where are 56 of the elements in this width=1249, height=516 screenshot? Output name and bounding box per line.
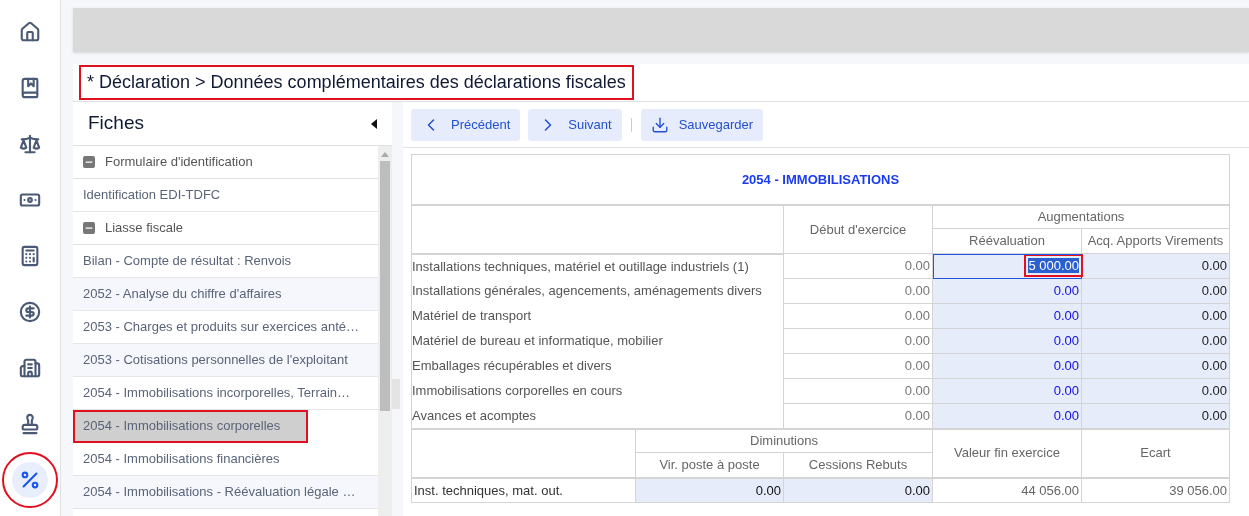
- row-label: Installations techniques, matériel et outillage industriels (1): [411, 253, 784, 279]
- column-header: Valeur fin exercice: [932, 428, 1082, 478]
- toolbar-button[interactable]: Suivant: [528, 108, 622, 141]
- value-cell[interactable]: 0.00: [783, 353, 933, 379]
- column-header: Ecart: [1081, 428, 1230, 478]
- value-cell: 39 056.00: [1081, 477, 1230, 503]
- value-cell[interactable]: 0.00: [1081, 303, 1230, 329]
- value-cell[interactable]: 0.00: [1081, 403, 1230, 429]
- breadcrumb: * Déclaration > Données complémentaires des déclarations fiscales: [81, 67, 632, 98]
- value-cell[interactable]: 0.00: [783, 477, 933, 503]
- value-cell[interactable]: 0.00: [1081, 328, 1230, 354]
- table-title: 2054 - IMMOBILISATIONS: [411, 154, 1230, 205]
- scale-icon: [19, 133, 41, 155]
- home-icon: [19, 21, 41, 43]
- value-cell[interactable]: 0.00: [932, 278, 1082, 304]
- value-cell[interactable]: 5 000.00: [932, 253, 1082, 279]
- book-icon: [19, 77, 41, 99]
- value-cell[interactable]: 0.00: [1081, 353, 1230, 379]
- sheet-list-item[interactable]: 2052 - Analyse du chiffre d'affaires: [73, 278, 378, 311]
- value-cell: 44 056.00: [932, 477, 1082, 503]
- value-cell[interactable]: 0.00: [932, 353, 1082, 379]
- sheet-list-item[interactable]: 2054 - Immobilisations - Réévaluation légale …: [73, 476, 378, 509]
- value-cell[interactable]: 0.00: [1081, 278, 1230, 304]
- collapse-icon[interactable]: [371, 118, 377, 129]
- value-cell[interactable]: 0.00: [932, 328, 1082, 354]
- dollar-icon: [19, 301, 41, 323]
- column-header: Début d'exercice: [783, 204, 933, 254]
- toolbar-button[interactable]: Sauvegarder: [640, 108, 764, 141]
- column-header: Réévaluation: [932, 228, 1082, 254]
- building-icon: [19, 357, 41, 379]
- value-cell[interactable]: 0.00: [783, 328, 933, 354]
- toolbar-button[interactable]: Précédent: [411, 108, 521, 141]
- value-cell[interactable]: 0.00: [783, 378, 933, 404]
- column-group-header: Diminutions: [635, 428, 933, 453]
- value-cell[interactable]: 0.00: [783, 253, 933, 279]
- sheet-list-item[interactable]: 2054 - Immobilisations corporelles: [73, 410, 308, 443]
- value-cell[interactable]: 0.00: [932, 378, 1082, 404]
- column-group-header: Augmentations: [932, 204, 1230, 229]
- sheet-list-item[interactable]: 2053 - Cotisations personnelles de l'exploitant: [73, 344, 378, 377]
- value-cell[interactable]: 0.00: [1081, 378, 1230, 404]
- value-cell[interactable]: 0.00: [635, 477, 784, 503]
- stamp-icon: [19, 413, 41, 435]
- calculator-icon: [19, 245, 41, 267]
- value-cell[interactable]: 0.00: [932, 403, 1082, 429]
- panel-title: Fiches: [88, 111, 144, 136]
- value-cell[interactable]: 0.00: [783, 303, 933, 329]
- value-cell[interactable]: 0.00: [932, 303, 1082, 329]
- nav-button[interactable]: [12, 462, 48, 498]
- value-cell[interactable]: 0.00: [783, 403, 933, 429]
- value-cell[interactable]: 0.00: [783, 278, 933, 304]
- row-label: Inst. techniques, mat. out.: [411, 477, 636, 503]
- download-icon: [650, 115, 669, 134]
- percent-icon: [19, 469, 41, 491]
- scrollbar[interactable]: [378, 146, 392, 516]
- value-cell[interactable]: 0.00: [1081, 253, 1230, 279]
- column-header: Acq. Apports Virements: [1081, 228, 1230, 254]
